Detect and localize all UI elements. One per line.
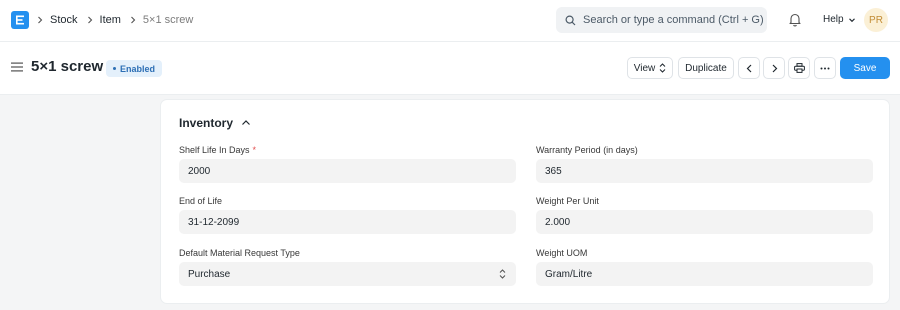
view-button[interactable]: View xyxy=(627,57,673,79)
warranty-period-input[interactable]: 365 xyxy=(536,159,873,183)
breadcrumb: Stock Item 5×1 screw xyxy=(36,0,201,40)
weight-uom-label: Weight UOM xyxy=(536,248,588,258)
breadcrumb-stock[interactable]: Stock xyxy=(50,14,78,26)
previous-record-button[interactable] xyxy=(738,57,760,79)
material-request-type-label: Default Material Request Type xyxy=(179,248,300,258)
print-button[interactable] xyxy=(788,57,810,79)
printer-icon xyxy=(793,63,805,73)
chevron-right-icon xyxy=(36,16,44,24)
select-updown-icon xyxy=(499,269,506,279)
shelf-life-label-text: Shelf Life In Days xyxy=(179,145,250,155)
erpnext-logo-icon[interactable] xyxy=(11,11,29,29)
navbar: Stock Item 5×1 screw Search or type a co… xyxy=(0,0,900,42)
search-icon xyxy=(565,14,576,26)
more-horizontal-icon xyxy=(820,67,830,70)
view-button-label: View xyxy=(633,62,656,74)
search-placeholder: Search or type a command (Ctrl + G) xyxy=(583,14,764,26)
section-header[interactable]: Inventory xyxy=(179,116,251,130)
status-badge: Enabled xyxy=(106,60,163,77)
chevron-up-icon[interactable] xyxy=(241,119,251,127)
help-dropdown[interactable]: Help xyxy=(823,14,856,25)
warranty-period-label: Warranty Period (in days) xyxy=(536,145,638,155)
inventory-section-card: Inventory Shelf Life In Days * 2000 End o… xyxy=(160,99,890,304)
chevron-right-icon xyxy=(770,64,779,73)
shelf-life-input[interactable]: 2000 xyxy=(179,159,516,183)
sort-updown-icon xyxy=(659,63,666,73)
notification-bell-icon[interactable] xyxy=(788,12,802,27)
help-label: Help xyxy=(823,14,844,25)
status-label: Enabled xyxy=(120,63,156,74)
duplicate-button[interactable]: Duplicate xyxy=(678,57,734,79)
chevron-right-icon xyxy=(129,16,137,24)
sidebar-toggle-icon[interactable] xyxy=(11,62,23,72)
material-request-type-select[interactable]: Purchase xyxy=(179,262,516,286)
avatar[interactable]: PR xyxy=(864,8,888,32)
shelf-life-label: Shelf Life In Days * xyxy=(179,145,256,155)
end-of-life-label: End of Life xyxy=(179,196,223,206)
chevron-down-icon xyxy=(848,16,856,24)
chevron-right-icon xyxy=(86,16,94,24)
breadcrumb-item[interactable]: Item xyxy=(100,14,121,26)
chevron-left-icon xyxy=(745,64,754,73)
end-of-life-input[interactable]: 31-12-2099 xyxy=(179,210,516,234)
weight-per-unit-label: Weight Per Unit xyxy=(536,196,599,206)
weight-per-unit-input[interactable]: 2.000 xyxy=(536,210,873,234)
breadcrumb-current[interactable]: 5×1 screw xyxy=(143,14,193,26)
page-head: 5×1 screw Enabled View Duplicate Save xyxy=(0,42,900,95)
search-input[interactable]: Search or type a command (Ctrl + G) xyxy=(556,7,767,33)
weight-uom-input[interactable]: Gram/Litre xyxy=(536,262,873,286)
save-button[interactable]: Save xyxy=(840,57,890,79)
section-title: Inventory xyxy=(179,116,234,130)
status-dot-icon xyxy=(113,67,116,70)
required-mark: * xyxy=(252,145,257,155)
page-title: 5×1 screw xyxy=(31,58,104,75)
next-record-button[interactable] xyxy=(763,57,785,79)
more-actions-button[interactable] xyxy=(814,57,836,79)
material-request-type-value: Purchase xyxy=(188,268,231,280)
